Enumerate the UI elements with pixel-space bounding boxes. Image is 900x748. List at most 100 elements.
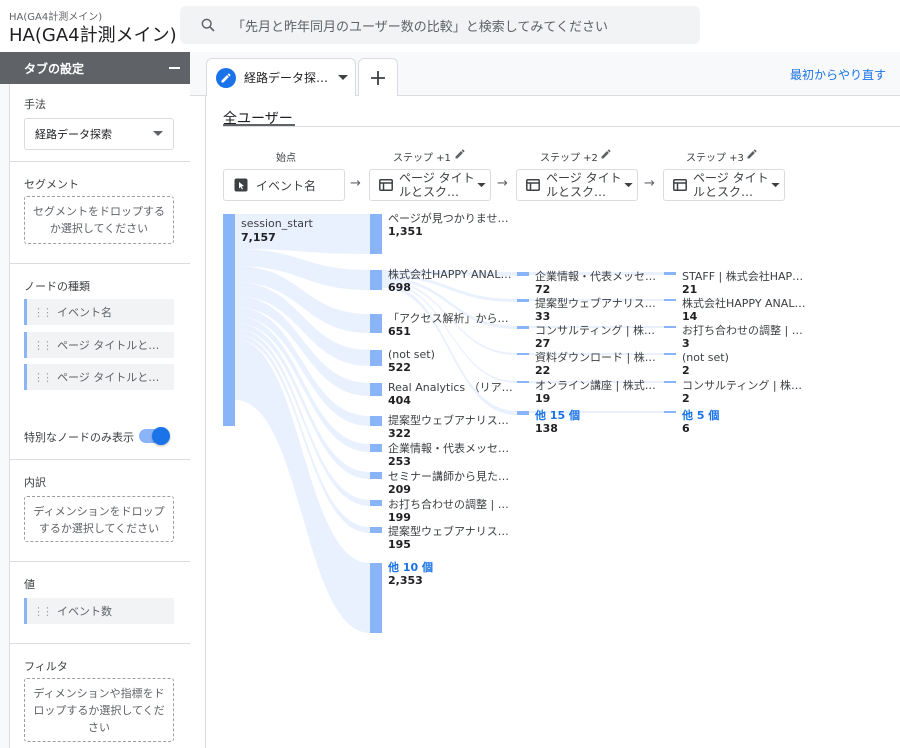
step2-node-bar[interactable] <box>517 326 529 329</box>
step2-node-bar[interactable] <box>517 411 529 415</box>
step3-node-label[interactable]: STAFF | 株式会社HAP… <box>682 270 806 283</box>
step1-node-bar[interactable] <box>370 563 382 633</box>
step2-node-bar[interactable] <box>517 299 529 302</box>
step1-node-label[interactable]: 他 10 個 <box>388 561 512 574</box>
filter-label: フィルタ <box>24 660 68 673</box>
step3-node-bar[interactable] <box>664 299 676 301</box>
page-icon <box>526 179 540 191</box>
step1-node-label[interactable]: 企業情報・代表メッセ… <box>388 442 512 455</box>
step3-node-value: 21 <box>682 283 698 296</box>
search-placeholder[interactable]: 「先月と昨年同月のユーザー数の比較」と検索してみてください <box>232 16 608 35</box>
step1-node-bar[interactable] <box>370 416 382 426</box>
node-type-label: ノードの種類 <box>24 280 90 293</box>
step2-node-value: 138 <box>535 422 558 435</box>
segment-underline <box>223 124 295 126</box>
start-node-label[interactable]: session_start <box>241 217 365 230</box>
step3-node-label[interactable]: 株式会社HAPPY ANAL… <box>682 297 806 310</box>
step2-node-bar[interactable] <box>517 272 529 276</box>
restart-button[interactable]: 最初からやり直す <box>790 66 886 83</box>
collapse-icon[interactable] <box>169 67 180 69</box>
pencil-icon[interactable] <box>454 148 466 160</box>
search-icon <box>201 18 215 32</box>
step1-node-label[interactable]: 提案型ウェブアナリス… <box>388 525 512 538</box>
start-node-bar[interactable] <box>223 214 235 426</box>
step3-node-label[interactable]: (not set) <box>682 351 806 364</box>
step3-node-label[interactable]: お打ち合わせの調整 | … <box>682 324 806 337</box>
filter-dropzone[interactable]: ディメンションや指標をドロップするか選択してください <box>24 678 174 742</box>
step1-node-bar[interactable] <box>370 472 382 479</box>
step3-node-bar[interactable] <box>664 272 676 275</box>
step3-node-label[interactable]: 他 5 個 <box>682 409 806 422</box>
drag-handle-icon[interactable]: ⋮⋮ <box>33 306 53 319</box>
step2-node-bar[interactable] <box>517 353 529 355</box>
pencil-icon[interactable] <box>216 67 236 88</box>
tab-path-exploration[interactable]: 経路データ探… <box>206 58 356 96</box>
segment-dropzone[interactable]: セグメントをドロップするか選択してください <box>24 196 174 244</box>
drag-handle-icon[interactable]: ⋮⋮ <box>33 605 53 618</box>
step3-node-type-box[interactable]: ページ タイトルとスク… <box>663 169 785 201</box>
caret-down-icon <box>477 182 486 187</box>
step1-node-bar[interactable] <box>370 383 382 396</box>
step3-node-bar[interactable] <box>664 411 676 413</box>
start-node-type-box[interactable]: イベント名 <box>223 169 345 201</box>
add-tab-button[interactable] <box>358 58 398 96</box>
value-chip[interactable]: ⋮⋮ イベント数 <box>24 598 174 624</box>
step1-node-bar[interactable] <box>370 214 382 254</box>
tab-settings-header: タブの設定 <box>0 52 190 84</box>
step1-node-bar[interactable] <box>370 500 382 506</box>
step1-node-label[interactable]: (not set) <box>388 348 512 361</box>
step3-node-bar[interactable] <box>664 326 676 328</box>
property-title[interactable]: HA(GA4計測メイン) <box>9 21 177 47</box>
step1-node-bar[interactable] <box>370 350 382 366</box>
step2-node-type-box[interactable]: ページ タイトルとスク… <box>516 169 638 201</box>
filter-section: フィルタ ディメンションや指標をドロップするか選択してください <box>10 644 190 748</box>
page-icon <box>673 179 687 191</box>
node-type-chip[interactable]: ⋮⋮ ページ タイトルと… <box>24 332 174 358</box>
step1-node-label[interactable]: Real Analytics （リア… <box>388 381 512 394</box>
pencil-icon[interactable] <box>746 148 758 160</box>
step1-node-type-box[interactable]: ページ タイトルとスク… <box>369 169 491 201</box>
step1-node-type-label: ページ タイトルとスク… <box>399 171 475 199</box>
search-bar[interactable]: 「先月と昨年同月のユーザー数の比較」と検索してみてください <box>180 6 700 44</box>
special-nodes-label: 特別なノードのみ表示 <box>24 431 134 444</box>
step1-node-bar[interactable] <box>370 527 382 533</box>
step1-node-label[interactable]: セミナー講師から見た… <box>388 470 512 483</box>
step3-node-bar[interactable] <box>664 381 676 383</box>
segment-divider <box>223 126 900 127</box>
step2-node-label[interactable]: 他 15 個 <box>535 409 659 422</box>
drag-handle-icon[interactable]: ⋮⋮ <box>33 371 53 384</box>
step2-node-bar[interactable] <box>517 381 529 383</box>
step1-node-label[interactable]: 提案型ウェブアナリス… <box>388 414 512 427</box>
step1-node-bar[interactable] <box>370 314 382 333</box>
step2-node-label[interactable]: 提案型ウェブアナリス… <box>535 297 659 310</box>
special-nodes-toggle[interactable] <box>139 427 170 445</box>
drag-handle-icon[interactable]: ⋮⋮ <box>33 339 53 352</box>
step1-node-bar[interactable] <box>370 444 382 452</box>
step2-node-value: 27 <box>535 337 551 350</box>
node-type-chip[interactable]: ⋮⋮ イベント名 <box>24 299 174 325</box>
step1-node-value: 698 <box>388 281 411 294</box>
step1-node-label[interactable]: ページが見つかりませ… <box>388 212 512 225</box>
arrow-right-icon: → <box>497 176 508 191</box>
step2-node-label[interactable]: オンライン講座 | 株式… <box>535 379 659 392</box>
step1-node-label[interactable]: 「アクセス解析」から… <box>388 312 512 325</box>
step1-node-value: 522 <box>388 361 411 374</box>
pencil-icon[interactable] <box>600 148 612 160</box>
breakdown-label: 内訳 <box>24 476 46 489</box>
step3-node-label[interactable]: コンサルティング | 株… <box>682 379 806 392</box>
step2-node-label[interactable]: 企業情報・代表メッセ… <box>535 270 659 283</box>
caret-down-icon <box>153 131 163 136</box>
step2-node-value: 19 <box>535 392 551 405</box>
step2-node-label[interactable]: コンサルティング | 株… <box>535 324 659 337</box>
technique-select[interactable]: 経路データ探索 <box>24 118 174 150</box>
step3-node-value: 6 <box>682 422 690 435</box>
step1-node-label[interactable]: お打ち合わせの調整 | … <box>388 498 512 511</box>
caret-down-icon[interactable] <box>338 74 349 81</box>
step1-node-label[interactable]: 株式会社HAPPY ANAL… <box>388 268 512 281</box>
caret-down-icon <box>624 182 633 187</box>
step1-node-bar[interactable] <box>370 270 382 290</box>
step2-node-label[interactable]: 資料ダウンロード | 株… <box>535 351 659 364</box>
breakdown-dropzone[interactable]: ディメンションをドロップするか選択してください <box>24 496 174 542</box>
step3-node-bar[interactable] <box>664 353 676 355</box>
node-type-chip[interactable]: ⋮⋮ ページ タイトルと… <box>24 364 174 390</box>
